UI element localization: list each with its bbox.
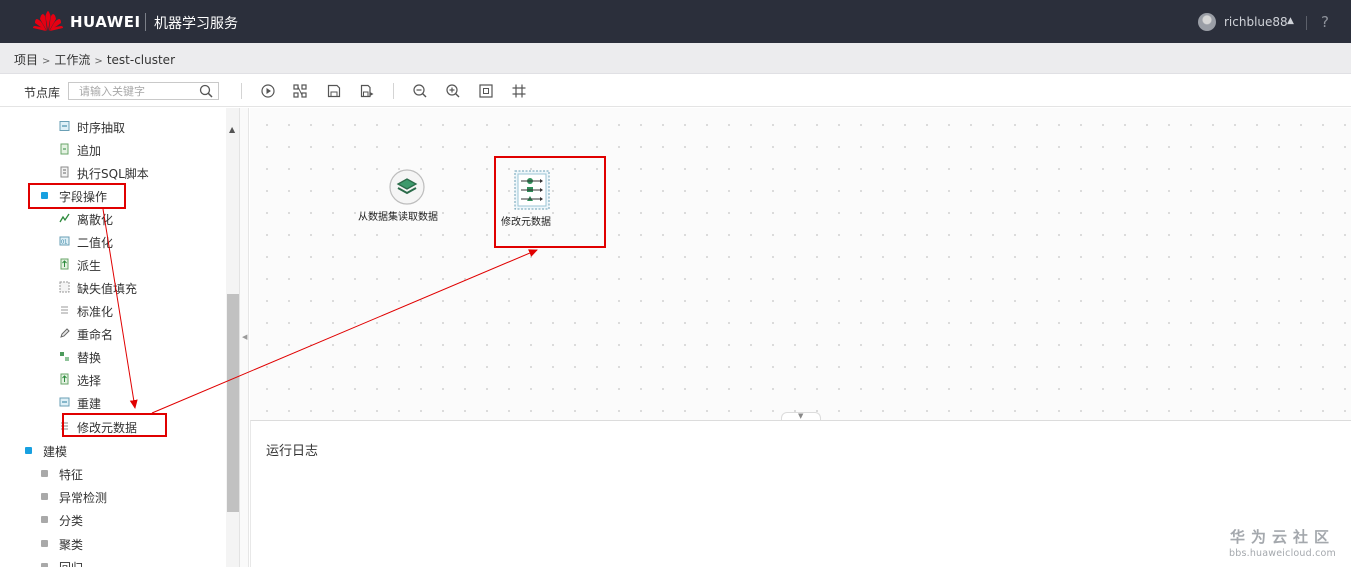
node-icon xyxy=(60,258,69,270)
toolbar-divider xyxy=(393,83,394,99)
expand-icon[interactable] xyxy=(41,563,48,567)
breadcrumb-item-workflow[interactable]: 工作流 xyxy=(54,53,90,67)
search-input[interactable] xyxy=(68,82,219,100)
node-icon xyxy=(60,328,70,338)
chevron-right-icon: > xyxy=(42,56,51,67)
fit-icon[interactable] xyxy=(478,83,494,99)
avatar[interactable] xyxy=(1198,13,1216,31)
watermark: 华为云社区 bbs.huaweicloud.com xyxy=(1229,526,1336,559)
save-icon[interactable] xyxy=(326,83,342,99)
node-icon xyxy=(59,397,70,407)
caret-up-icon[interactable]: ▲ xyxy=(1287,16,1294,26)
node-icon xyxy=(59,213,70,223)
metadata-icon xyxy=(514,170,550,210)
node-library-label: 节点库 xyxy=(24,86,61,100)
brand-name: HUAWEI xyxy=(70,13,141,31)
help-icon[interactable]: ? xyxy=(1321,13,1329,31)
chevron-right-icon: > xyxy=(94,56,103,67)
app-window: HUAWEI 机器学习服务 richblue88 ▲ ? 项目 > 工作流 > test… xyxy=(0,0,1351,567)
node-icon: 01 xyxy=(59,236,70,246)
expand-icon[interactable] xyxy=(41,516,48,523)
node-icon xyxy=(60,373,69,385)
brand-divider xyxy=(145,13,146,31)
canvas-node-label: 从数据集读取数据 xyxy=(358,212,438,223)
topbar-divider xyxy=(1306,16,1307,30)
dataset-icon xyxy=(389,169,425,205)
scrollbar-thumb[interactable] xyxy=(227,294,239,512)
zoom-out-icon[interactable] xyxy=(412,83,428,99)
expand-icon[interactable] xyxy=(41,493,48,500)
breadcrumb: 项目 > 工作流 > test-cluster xyxy=(0,43,1351,74)
canvas-node-read-dataset[interactable] xyxy=(387,167,427,207)
layout-icon[interactable] xyxy=(292,83,308,99)
search-icon[interactable] xyxy=(199,84,213,98)
node-icon xyxy=(59,121,70,131)
expand-icon[interactable] xyxy=(41,540,48,547)
node-icon xyxy=(59,281,70,293)
node-icon xyxy=(60,143,69,155)
top-bar: HUAWEI 机器学习服务 richblue88 ▲ ? xyxy=(0,0,1351,43)
chevron-left-icon[interactable]: ◀ xyxy=(242,333,247,341)
username[interactable]: richblue88 xyxy=(1224,15,1288,29)
run-log-panel: 运行日志 xyxy=(250,420,1351,567)
node-library-sidebar: 时序抽取 追加 执行SQL脚本 字段操作 离散化 01 二值化 派生 缺失值填充… xyxy=(0,108,240,567)
node-icon xyxy=(61,306,68,314)
toolbar-divider xyxy=(241,83,242,99)
node-icon xyxy=(60,352,69,361)
expand-icon[interactable] xyxy=(41,470,48,477)
huawei-logo-icon xyxy=(33,11,63,31)
breadcrumb-item-current: test-cluster xyxy=(106,53,175,67)
grid-icon[interactable] xyxy=(511,83,527,99)
collapse-icon[interactable] xyxy=(41,192,48,199)
product-title[interactable]: 机器学习服务 xyxy=(154,13,238,33)
toolbar: 节点库 xyxy=(0,74,1351,107)
canvas-node-modify-metadata[interactable] xyxy=(514,170,550,210)
run-log-title: 运行日志 xyxy=(266,444,319,459)
watermark-main: 华为云社区 xyxy=(1229,528,1335,546)
node-icon xyxy=(60,166,69,178)
breadcrumb-item-project[interactable]: 项目 xyxy=(14,53,38,67)
canvas-node-label: 修改元数据 xyxy=(501,217,551,228)
save-as-icon[interactable] xyxy=(359,83,375,99)
chevron-down-icon[interactable]: ▼ xyxy=(798,412,803,420)
node-icon xyxy=(61,422,68,430)
zoom-in-icon[interactable] xyxy=(445,83,461,99)
workflow-canvas[interactable]: 从数据集读取数据 修改元数据 xyxy=(250,108,1351,420)
svg-text:01: 01 xyxy=(61,240,67,246)
run-icon[interactable] xyxy=(260,83,276,99)
watermark-sub: bbs.huaweicloud.com xyxy=(1229,548,1336,559)
collapse-icon[interactable] xyxy=(25,447,32,454)
scroll-up-icon[interactable]: ▲ xyxy=(229,125,235,134)
